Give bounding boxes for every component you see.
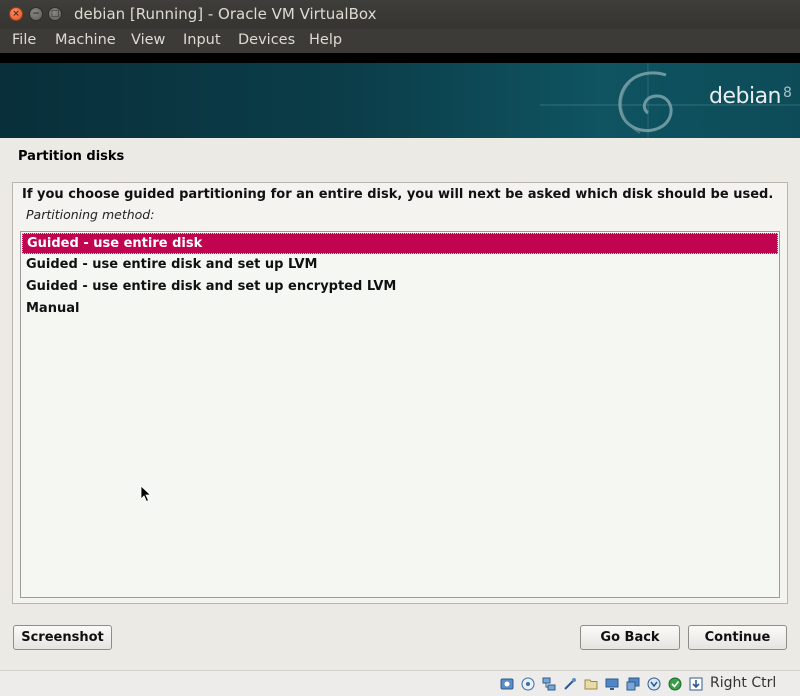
debian-banner: debian 8	[0, 63, 800, 138]
menu-view[interactable]: View	[131, 32, 165, 48]
network-icon[interactable]	[542, 677, 556, 691]
vm-display[interactable]: debian 8 Partition disks If you choose gu…	[0, 53, 800, 670]
mouse-pointer-icon	[140, 485, 152, 503]
continue-button[interactable]: Continue	[688, 625, 787, 650]
window-titlebar: × − □ debian [Running] - Oracle VM Virtu…	[0, 0, 800, 29]
menu-devices[interactable]: Devices	[238, 32, 295, 48]
menu-file[interactable]: File	[12, 32, 36, 48]
window-title: debian [Running] - Oracle VM VirtualBox	[74, 5, 377, 23]
option-manual[interactable]: Manual	[22, 299, 778, 320]
menu-input[interactable]: Input	[183, 32, 221, 48]
usb-icon[interactable]	[563, 677, 577, 691]
display-icon[interactable]	[605, 677, 619, 691]
page-title: Partition disks	[18, 149, 125, 164]
debian-swirl-logo	[540, 63, 800, 138]
option-guided-lvm[interactable]: Guided - use entire disk and set up LVM	[22, 255, 778, 276]
go-back-button[interactable]: Go Back	[580, 625, 680, 650]
maximize-window-button[interactable]: □	[48, 7, 62, 21]
download-icon[interactable]	[689, 677, 703, 691]
option-guided-encrypted-lvm[interactable]: Guided - use entire disk and set up encr…	[22, 277, 778, 298]
mouse-integration-icon[interactable]	[647, 677, 661, 691]
debian-wordmark: debian 8	[709, 84, 792, 109]
minimize-window-button[interactable]: −	[29, 7, 43, 21]
debian-version-text: 8	[783, 85, 792, 101]
close-window-button[interactable]: ×	[9, 7, 23, 21]
video-capture-icon[interactable]	[626, 677, 640, 691]
keyboard-capture-icon[interactable]	[668, 677, 682, 691]
menu-help[interactable]: Help	[309, 32, 342, 48]
partition-panel: If you choose guided partitioning for an…	[12, 182, 788, 604]
partitioning-method-label: Partitioning method:	[26, 207, 155, 222]
screenshot-button[interactable]: Screenshot	[13, 625, 112, 650]
statusbar: Right Ctrl	[0, 670, 800, 696]
partitioning-method-list[interactable]: Guided - use entire disk Guided - use en…	[20, 231, 780, 598]
debian-brand-text: debian	[709, 84, 782, 109]
hard-disk-icon[interactable]	[500, 677, 514, 691]
instruction-text: If you choose guided partitioning for an…	[22, 187, 774, 202]
option-guided-entire-disk[interactable]: Guided - use entire disk	[22, 233, 778, 254]
host-key-label: Right Ctrl	[710, 675, 777, 691]
shared-folder-icon[interactable]	[584, 677, 598, 691]
optical-drive-icon[interactable]	[521, 677, 535, 691]
menubar: File Machine View Input Devices Help	[0, 29, 800, 53]
menu-machine[interactable]: Machine	[55, 32, 116, 48]
installer-dialog: Partition disks If you choose guided par…	[0, 138, 800, 670]
